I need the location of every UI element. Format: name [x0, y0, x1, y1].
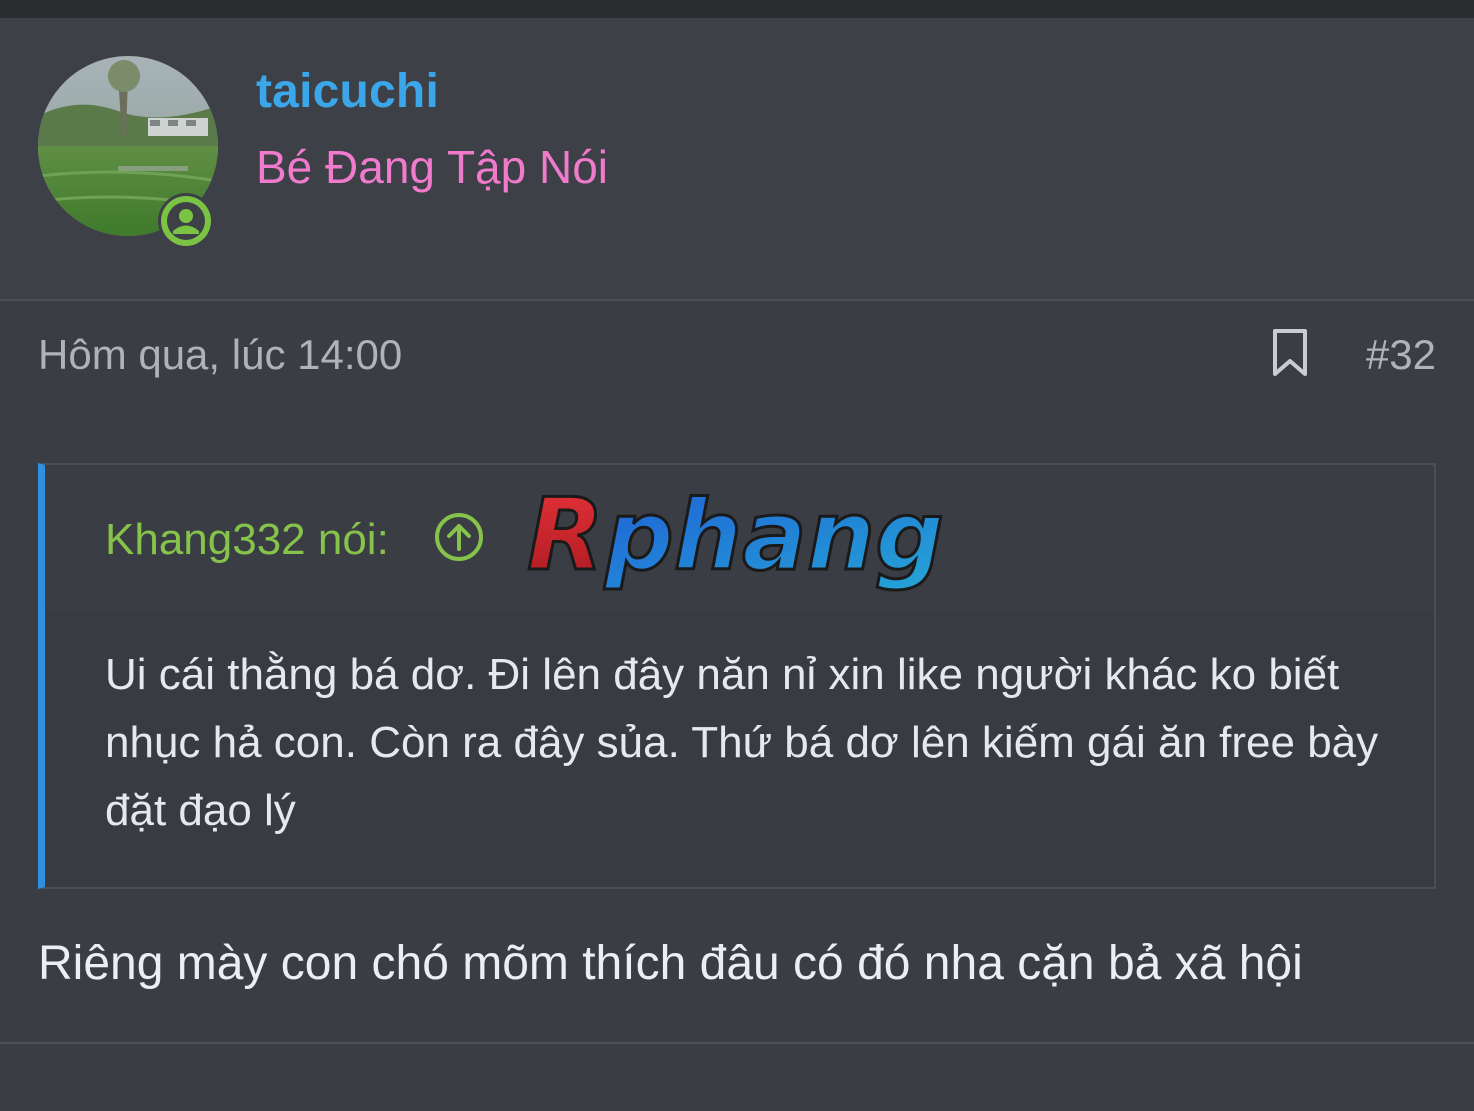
bookmark-icon[interactable] — [1270, 327, 1310, 379]
quote-header: Khang332 nói: R phang — [45, 465, 1434, 610]
svg-text:phang: phang — [604, 480, 944, 592]
online-user-icon — [158, 193, 214, 249]
post-body-text: Riêng mày con chó mõm thích đâu có đó nh… — [38, 937, 1303, 990]
post-date[interactable]: Hôm qua, lúc 14:00 — [38, 331, 402, 379]
arrow-up-circle-icon[interactable] — [433, 511, 485, 563]
quote-text: Ui cái thằng bá dơ. Đi lên đây năn nỉ xi… — [105, 650, 1379, 835]
post-meta-row: Hôm qua, lúc 14:00 #32 — [0, 283, 1474, 413]
watermark-logo: R phang — [526, 477, 946, 595]
user-header: taicuchi Bé Đang Tập Nói — [0, 18, 1474, 301]
svg-text:R: R — [527, 477, 604, 593]
divider — [0, 1042, 1474, 1044]
quote-author[interactable]: Khang332 nói: — [105, 515, 389, 565]
user-title: Bé Đang Tập Nói — [256, 141, 609, 193]
username-link[interactable]: taicuchi — [256, 64, 439, 119]
post-number-link[interactable]: #32 — [1366, 331, 1436, 379]
top-strip — [0, 0, 1474, 18]
quote-block: Khang332 nói: R phang Ui cái thằng bá dơ… — [38, 463, 1436, 889]
